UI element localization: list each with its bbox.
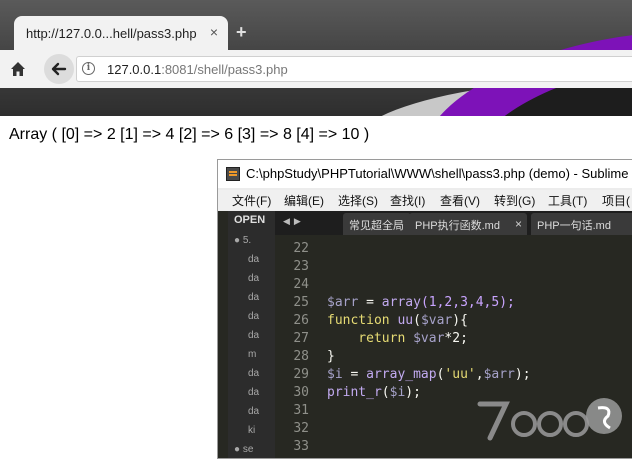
php-output: Array ( [0] => 2 [1] => 4 [2] => 6 [3] =… [9,126,370,143]
code-token: *2; [444,331,468,346]
window-title: C:\phpStudy\PHPTutorial\WWW\shell\pass3.… [246,166,629,181]
sidebar: OPEN ● 5. da da da da da m da da da ki ●… [228,211,275,458]
editor-tab-label: PHP一句话.md [537,220,611,232]
line-number: 26 [293,313,309,328]
editor-tab[interactable]: PHP执行函数.md × [409,213,527,235]
line-number: 27 [293,331,309,346]
editor-tab-label: 常见超全局 [349,220,404,232]
menu-edit[interactable]: 编辑(E) [284,192,324,209]
line-number: 25 [293,295,309,310]
address-bar[interactable]: i 127.0.0.1:8081/shell/pass3.php [76,56,632,82]
editor-tab-label: PHP执行函数.md [415,220,500,232]
code-line: } [327,349,335,364]
sidebar-item[interactable]: m [248,349,256,360]
sidebar-item[interactable]: da [248,254,259,265]
sidebar-item[interactable]: ki [248,425,255,436]
url-text: 127.0.0.1:8081/shell/pass3.php [107,62,288,77]
code-token: = [342,367,367,382]
menu-tools[interactable]: 工具(T) [548,192,587,209]
line-number: 22 [293,241,309,256]
sidebar-item[interactable]: da [248,311,259,322]
editor-tab[interactable]: 常见超全局 [343,213,411,235]
menu-project[interactable]: 项目( [602,192,630,209]
line-number: 31 [293,403,309,418]
tab-title: http://127.0.0...hell/pass3.php [26,26,197,41]
code-token: $arr [483,367,515,382]
code-line: function uu($var){ [327,313,468,328]
line-number: 30 [293,385,309,400]
line-number: 32 [293,421,309,436]
code-token: , [475,367,484,382]
code-token: } [327,349,335,364]
menu-goto[interactable]: 转到(G) [494,192,535,209]
home-icon[interactable] [8,59,28,79]
tab-scroll-arrows[interactable]: ◀▶ [283,216,305,227]
code-token: ); [514,367,531,382]
menu-file[interactable]: 文件(F) [232,192,271,209]
code-token: ( [381,385,390,400]
sublime-app-icon [226,167,240,181]
line-number: 29 [293,367,309,382]
sidebar-item[interactable]: da [248,330,259,341]
browser-chrome: http://127.0.0...hell/pass3.php × + i 12… [0,0,632,116]
code-token: (1,2,3,4,5); [420,295,515,310]
window-titlebar[interactable]: C:\phpStudy\PHPTutorial\WWW\shell\pass3.… [218,160,632,188]
code-line: $i = array_map('uu',$arr); [327,367,531,382]
sidebar-item[interactable]: da [248,273,259,284]
editor-tabbar: ◀▶ 常见超全局 PHP执行函数.md × PHP一句话.md × [275,211,632,235]
close-icon[interactable]: × [515,217,522,231]
browser-tab[interactable]: http://127.0.0...hell/pass3.php × [14,16,228,50]
code-token: $var [405,331,445,346]
line-number: 23 [293,259,309,274]
info-icon[interactable]: i [82,62,95,75]
code-token: $arr [327,295,359,310]
new-tab-button[interactable]: + [236,22,247,43]
code-line: print_r($i); [327,385,421,400]
code-line: return $var*2; [327,331,468,346]
sidebar-item[interactable]: ● 5. [234,235,251,246]
menu-bar: 文件(F) 编辑(E) 选择(S) 查找(I) 查看(V) 转到(G) 工具(T… [218,190,632,210]
sidebar-item[interactable]: da [248,406,259,417]
back-button[interactable] [44,54,74,84]
menu-view[interactable]: 查看(V) [440,192,480,209]
watermark-logo [477,398,622,441]
close-icon[interactable]: × [210,24,218,40]
url-path: :8081/shell/pass3.php [161,62,288,77]
code-token: $var [420,313,453,328]
line-number: 24 [293,277,309,292]
url-host: 127.0.0.1 [107,62,162,77]
code-token: ( [413,313,421,328]
code-token: $i [389,385,406,400]
code-token: function [327,313,390,328]
sidebar-item[interactable]: da [248,387,259,398]
line-number-gutter: 22 23 24 25 26 27 28 29 30 31 32 33 [275,235,315,458]
code-token: return [327,331,406,346]
arrow-left-icon [51,62,67,76]
code-token: $i [327,367,343,382]
sidebar-item[interactable]: ● se [234,444,253,455]
code-token: array_map [366,367,437,382]
sidebar-item[interactable]: da [248,292,259,303]
code-token: 'uu' [444,367,476,382]
code-token: uu [389,313,414,328]
line-number: 33 [293,439,309,454]
editor-tab[interactable]: PHP一句话.md × [531,213,632,235]
browser-toolbar: i 127.0.0.1:8081/shell/pass3.php [0,50,632,88]
code-token: array [381,295,421,310]
code-token: print_r [327,385,382,400]
code-line: $arr = array(1,2,3,4,5); [327,295,515,310]
code-token: ){ [452,313,468,328]
menu-find[interactable]: 查找(I) [390,192,425,209]
code-token: = [358,295,382,310]
sidebar-item[interactable]: da [248,368,259,379]
line-number: 28 [293,349,309,364]
menu-selection[interactable]: 选择(S) [338,192,378,209]
sidebar-header: OPEN [234,214,266,226]
code-token: ); [405,385,421,400]
